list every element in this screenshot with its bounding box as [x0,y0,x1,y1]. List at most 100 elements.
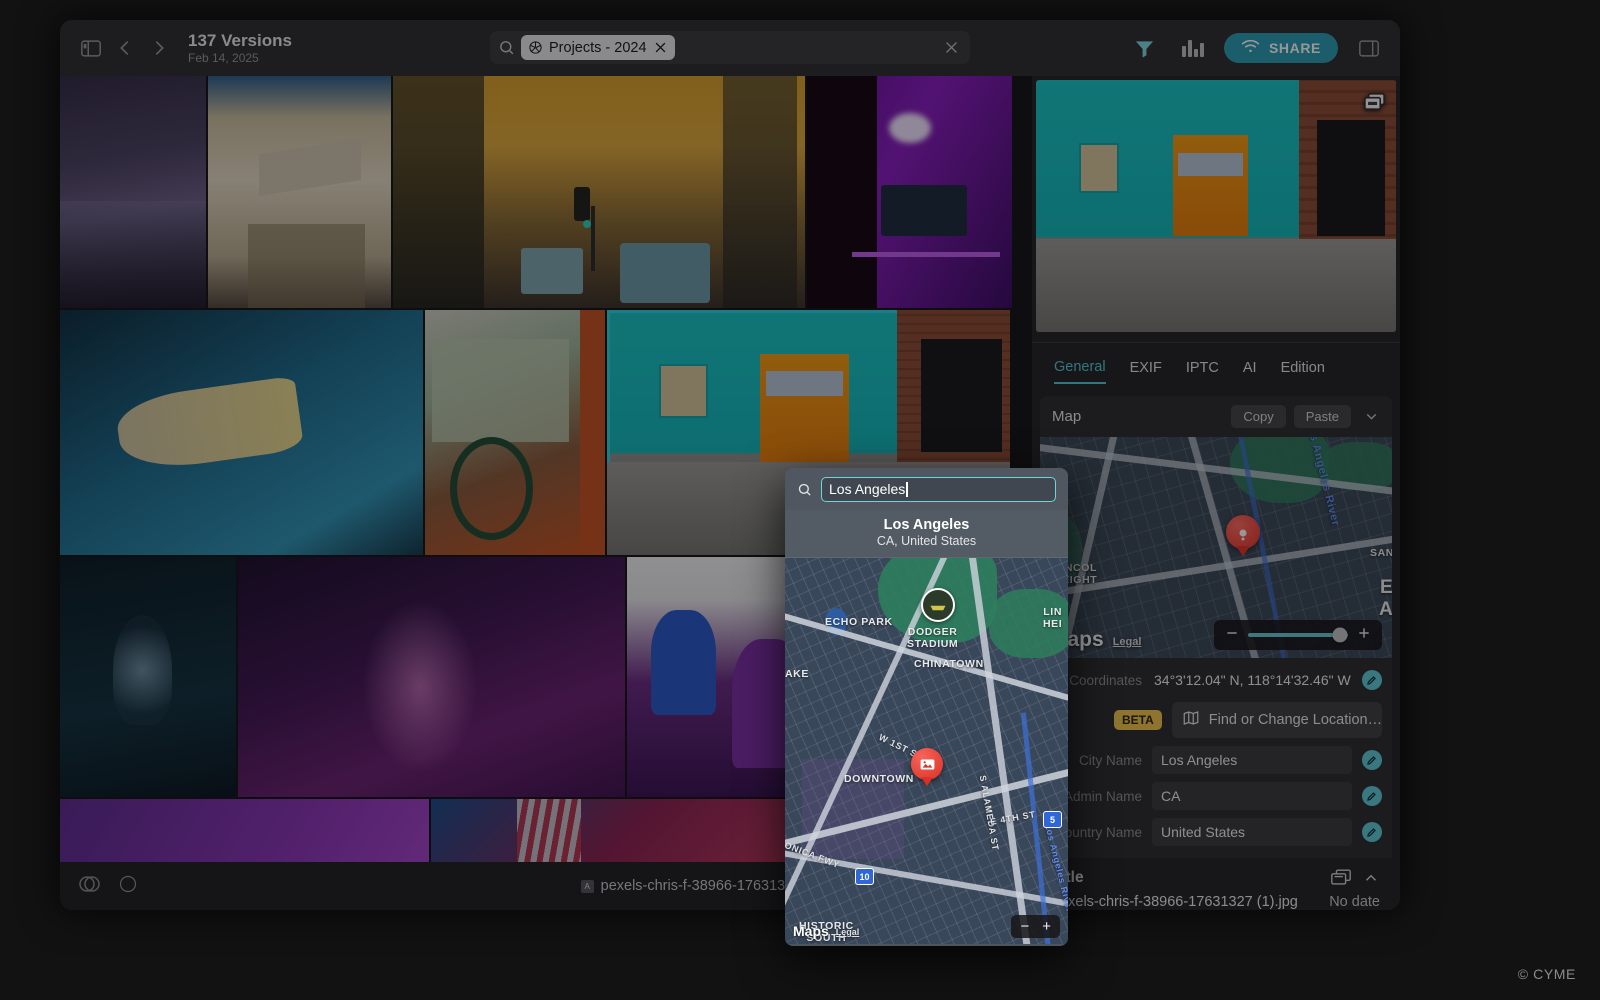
edit-icon[interactable] [1362,750,1382,770]
field-value[interactable]: Los Angeles [1152,746,1352,774]
title-values-row: pexels-chris-f-38966-17631327 (1).jpg No… [1052,894,1380,910]
maps-legal-link[interactable]: Legal [1113,636,1142,652]
tab-edition[interactable]: Edition [1281,360,1325,383]
aperture-icon [528,40,543,55]
map-section-title: Map [1052,408,1082,426]
find-location-row: BETA Find or Change Location… [1050,702,1382,738]
inspector-map[interactable]: Los Angeles River LINCOLHEIGHT SAN EaAn … [1040,437,1392,658]
zoom-in-button[interactable]: + [1042,918,1051,935]
copy-pages-icon[interactable] [1330,868,1352,887]
map-section-header: Map Copy Paste [1040,396,1392,438]
circle-icon[interactable] [118,874,138,899]
paste-button[interactable]: Paste [1293,405,1351,429]
photo-thumbnail[interactable] [425,310,605,555]
screen: A pexels-chris-f-38966-17631327 (1).jpg [0,0,1600,1000]
zoom-out-icon[interactable] [1224,625,1240,646]
popover-zoom-controls[interactable]: − + [1011,915,1060,938]
histogram-icon[interactable] [1176,39,1210,57]
search-bar[interactable]: Projects - 2024 [490,31,970,64]
forward-arrow-icon[interactable] [142,31,176,65]
maps-credit-label: Maps [793,923,829,939]
zoom-slider-knob[interactable] [1332,627,1348,643]
back-arrow-icon[interactable] [108,31,142,65]
map-location-pin[interactable] [1226,515,1260,557]
inspector-tabs[interactable]: General EXIF IPTC AI Edition [1032,342,1400,385]
field-admin-name: Admin Name CA [1050,782,1382,810]
clear-search-icon[interactable] [943,39,962,56]
field-value[interactable]: CA [1152,782,1352,810]
chevron-up-icon[interactable] [1362,869,1380,887]
shield-number: 10 [859,871,870,882]
field-country-name: Country Name United States [1050,818,1382,846]
sidebar-toggle-icon[interactable] [74,31,108,65]
edit-icon[interactable] [1362,670,1382,690]
field-coordinates: Coordinates 34°3'12.04" N, 118°14'32.46"… [1050,666,1382,694]
zoom-in-icon[interactable] [1356,625,1372,646]
map-label-lincoln-heights: LIN HEI [1043,606,1063,631]
preview-image[interactable] [1036,80,1396,333]
remove-token-icon[interactable] [653,40,668,55]
title-filename[interactable]: pexels-chris-f-38966-17631327 (1).jpg [1052,894,1317,910]
image-badge-icon: A [580,879,594,893]
photo-location-pin[interactable] [911,748,943,786]
field-value[interactable]: 34°3'12.04" N, 118°14'32.46" W [1152,666,1352,694]
search-token-projects-2024[interactable]: Projects - 2024 [521,35,675,60]
map-zoom-control[interactable] [1214,620,1382,650]
title-section: Title pexels-chris-f-38966-17631327 (1).… [1040,864,1392,911]
map-label-east-angeles: EaAn [1379,577,1392,621]
poi-dodger-stadium[interactable] [921,588,955,622]
search-token-label: Projects - 2024 [549,39,647,56]
result-subtitle: CA, United States [876,534,977,548]
edit-icon[interactable] [1362,822,1382,842]
map-label-chinatown: CHINATOWN [914,658,984,670]
edit-icon[interactable] [1362,786,1382,806]
popover-map[interactable]: ECHO PARK DODGER STADIUM CHINATOWN LIN HEI… [785,558,1068,944]
wifi-icon [1241,39,1260,57]
highway-shield-5: 5 [1043,811,1062,828]
location-search-popover[interactable]: Los Angeles Los Angeles CA, United State… [785,468,1068,946]
share-label: SHARE [1268,40,1321,56]
copy-button[interactable]: Copy [1231,405,1286,429]
map-label-echo-park: ECHO PARK [825,616,893,628]
search-icon [797,482,812,497]
photo-thumbnail[interactable] [60,310,423,555]
map-label-dodger-stadium: DODGER STADIUM [907,626,959,651]
tab-general[interactable]: General [1054,359,1106,385]
tab-ai[interactable]: AI [1243,360,1257,383]
photo-thumbnail[interactable] [431,799,789,862]
photo-thumbnail[interactable] [60,799,430,862]
result-name: Los Angeles [883,517,970,533]
map-label-downtown: DOWNTOWN [844,773,914,785]
find-or-change-location-button[interactable]: Find or Change Location… [1171,702,1382,738]
photo-thumbnail[interactable] [60,557,236,797]
filter-funnel-icon[interactable] [1128,31,1162,65]
toolbar-right-controls: SHARE [1128,20,1386,76]
photo-thumbnail[interactable] [393,76,805,308]
tab-iptc[interactable]: IPTC [1186,360,1219,383]
field-value[interactable]: United States [1152,818,1352,846]
versions-count: 137 Versions [188,30,292,50]
contrast-toggle-icon[interactable] [78,872,102,901]
photo-thumbnail[interactable] [237,557,625,797]
photo-thumbnail[interactable] [60,76,206,308]
stack-layers-icon[interactable] [1363,92,1386,117]
maps-legal-link[interactable]: Legal [836,927,860,939]
app-window: A pexels-chris-f-38966-17631327 (1).jpg [60,20,1400,910]
zoom-out-button[interactable]: − [1020,918,1029,935]
inspector-panel: General EXIF IPTC AI Edition Map Copy Pa… [1032,76,1400,910]
tab-exif[interactable]: EXIF [1130,360,1162,383]
popover-search-result[interactable]: Los Angeles CA, United States [785,510,1068,558]
map-icon [1182,709,1200,731]
map-label-lake: AKE [785,668,809,680]
search-icon [498,39,515,56]
toolbar: 137 Versions Feb 14, 2025 Projects - 202… [60,20,1400,76]
photo-thumbnail[interactable] [807,76,1012,308]
highway-shield-10: 10 [855,868,874,885]
popover-search-bar[interactable]: Los Angeles [785,468,1068,510]
inspector-toggle-icon[interactable] [1352,31,1386,65]
popover-search-input[interactable]: Los Angeles [821,476,1056,502]
chevron-down-icon[interactable] [1359,408,1380,425]
photo-thumbnail[interactable] [208,76,391,308]
zoom-slider[interactable] [1248,627,1348,643]
share-button[interactable]: SHARE [1223,33,1338,63]
